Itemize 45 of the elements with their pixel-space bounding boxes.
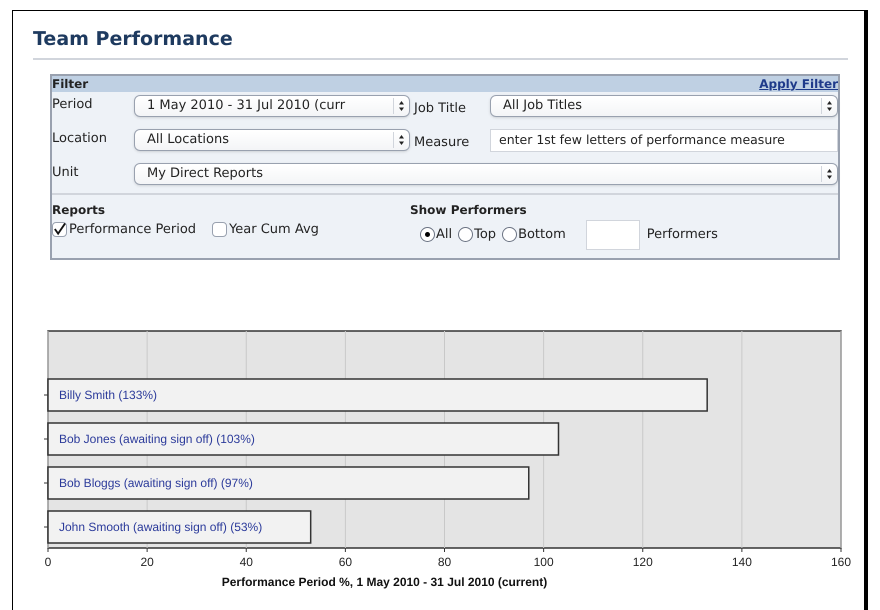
bar-label: Bob Jones (awaiting sign off) (103%): [59, 432, 255, 446]
field-label: Period: [52, 96, 94, 114]
performers-count-input[interactable]: [586, 220, 640, 250]
field-label: Measure: [414, 134, 470, 150]
unit-select[interactable]: My Direct Reports: [134, 162, 838, 184]
stepper-icon: [393, 132, 405, 148]
checkbox-label: Performance Period: [69, 220, 196, 238]
filter-heading: Filter: [52, 76, 88, 92]
radio-button[interactable]: [458, 227, 474, 242]
bar-label: Billy Smith (133%): [59, 388, 158, 402]
field-label: Unit: [52, 164, 80, 182]
axis-tick-label: 0: [44, 554, 52, 568]
checkbox[interactable]: [212, 222, 228, 237]
job-title-select[interactable]: All Job Titles: [490, 94, 838, 116]
stepper-icon: [821, 166, 833, 182]
checkbox-label: Year Cum Avg: [229, 220, 319, 238]
radio-button[interactable]: [420, 227, 435, 242]
field-label: Job Title: [414, 100, 466, 116]
bar-label: John Smooth (awaiting sign off) (53%): [59, 520, 262, 534]
axis-tick-label: 140: [732, 554, 752, 568]
axis-tick-label: 160: [830, 554, 852, 568]
radio-label: Top: [474, 226, 496, 244]
location-select[interactable]: All Locations: [134, 128, 410, 150]
apply-filter-link[interactable]: Apply Filter: [759, 74, 838, 92]
radio-label: Bottom: [518, 226, 566, 244]
axis-tick-label: 40: [240, 554, 253, 568]
bar-label: Bob Bloggs (awaiting sign off) (97%): [59, 476, 253, 490]
radio-button[interactable]: [502, 227, 518, 242]
checkbox[interactable]: [52, 222, 67, 237]
stepper-icon: [821, 98, 833, 114]
page-title: Team Performance: [33, 27, 234, 52]
axis-tick-label: 100: [534, 554, 554, 568]
radio-label: All: [436, 226, 452, 244]
performers-label: Performers: [646, 226, 718, 244]
axis-tick-label: 20: [140, 554, 154, 568]
axis-tick-label: 60: [338, 554, 352, 568]
show-performers-heading: Show Performers: [410, 202, 528, 218]
axis-tick-label: 120: [632, 554, 653, 568]
stepper-icon: [393, 98, 405, 114]
axis-title: Performance Period %, 1 May 2010 - 31 Jul 2010 (current): [222, 574, 548, 588]
period-select[interactable]: 1 May 2010 - 31 Jul 2010 (curr: [134, 94, 410, 116]
reports-heading: Reports: [52, 202, 106, 218]
field-label: Location: [52, 130, 108, 148]
axis-tick-label: 80: [438, 554, 452, 568]
measure-input[interactable]: enter 1st few letters of performance measure: [490, 128, 838, 152]
